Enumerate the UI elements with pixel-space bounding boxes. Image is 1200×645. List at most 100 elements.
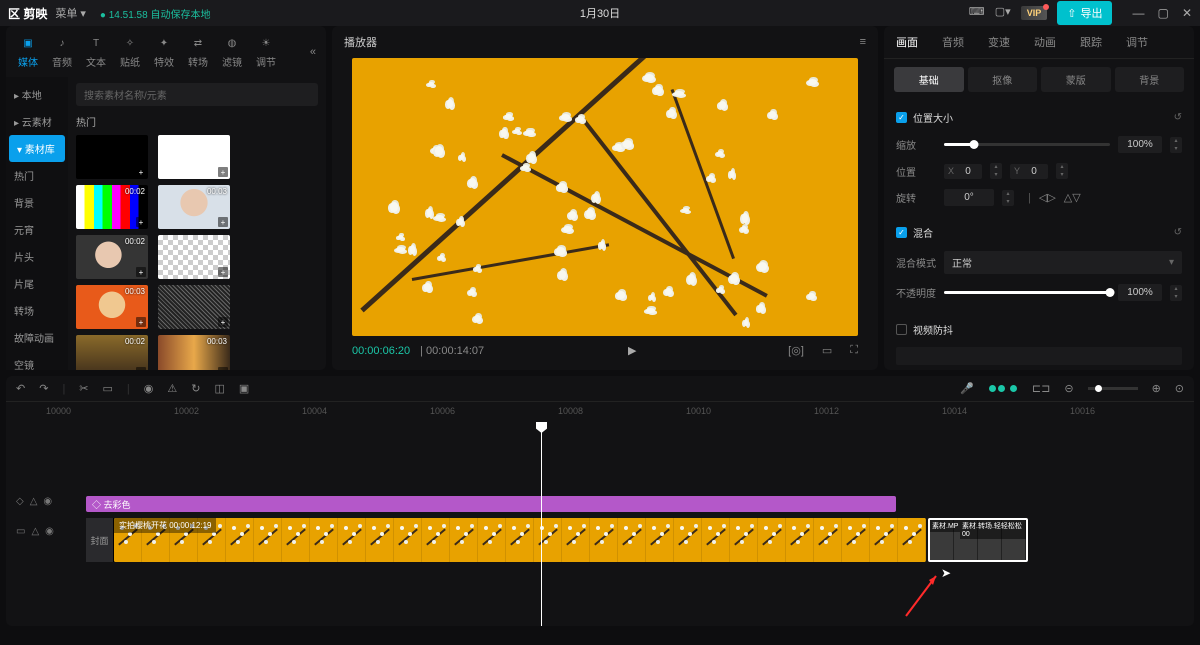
media-tab-5[interactable]: ⇄转场: [182, 30, 214, 73]
media-thumb-4[interactable]: 00:02+: [76, 235, 148, 279]
zoom-out-button[interactable]: ⊝: [1064, 382, 1073, 395]
safe-zone-icon[interactable]: [◎]: [788, 344, 804, 357]
fit-button[interactable]: ⊙: [1175, 382, 1184, 395]
video-clip-2[interactable]: 素材.MP 素材.转场.轻轻松松 00: [928, 518, 1028, 562]
timeline-ruler[interactable]: 1000010002100041000610008100101001210014…: [6, 402, 1194, 426]
media-tab-2[interactable]: T文本: [80, 30, 112, 73]
rotation-stepper[interactable]: ▴▾: [1002, 190, 1014, 206]
scale-value[interactable]: 100%: [1118, 136, 1162, 153]
sidebar-cat-5[interactable]: 元宵: [6, 216, 68, 243]
scale-stepper[interactable]: ▴▾: [1170, 137, 1182, 153]
timeline-tracks[interactable]: ◇ △ ◉ ◇ 去彩色 ▭ △ ◉ 封面 实拍樱桃开花 00:00:12:19 …: [6, 426, 1194, 626]
media-thumb-9[interactable]: 00:03+: [158, 335, 230, 370]
track-lock-icon[interactable]: ▭: [16, 526, 25, 537]
blend-checkbox[interactable]: [896, 227, 907, 238]
props-tab-1[interactable]: 音频: [930, 26, 976, 58]
sub-tab-0[interactable]: 基础: [894, 67, 964, 92]
preview-canvas[interactable]: [352, 58, 858, 336]
props-tab-0[interactable]: 画面: [884, 26, 930, 58]
marker-button[interactable]: ◉: [144, 382, 154, 395]
mic-button[interactable]: 🎤: [960, 382, 974, 395]
pos-y-stepper[interactable]: ▴▾: [1056, 163, 1068, 179]
minimize-button[interactable]: —: [1132, 6, 1144, 20]
flip-v-icon[interactable]: △▽: [1064, 191, 1081, 204]
media-thumb-2[interactable]: 00:02+: [76, 185, 148, 229]
sidebar-cat-0[interactable]: ▸ 本地: [6, 81, 68, 108]
snap-toggles[interactable]: [988, 383, 1018, 395]
opacity-value[interactable]: 100%: [1118, 284, 1162, 301]
track-mute-icon[interactable]: ◉: [45, 526, 54, 537]
media-tab-7[interactable]: ☀调节: [250, 30, 282, 73]
opacity-stepper[interactable]: ▴▾: [1170, 285, 1182, 301]
maximize-button[interactable]: ▢: [1158, 6, 1169, 20]
sidebar-cat-9[interactable]: 故障动画: [6, 324, 68, 351]
ratio-icon[interactable]: ▭: [822, 344, 832, 357]
props-tab-2[interactable]: 变速: [976, 26, 1022, 58]
search-input[interactable]: 搜索素材名称/元素: [76, 83, 318, 106]
playhead[interactable]: [541, 426, 542, 626]
media-thumb-0[interactable]: +: [76, 135, 148, 179]
sidebar-cat-8[interactable]: 转场: [6, 297, 68, 324]
media-tab-3[interactable]: ✧贴纸: [114, 30, 146, 73]
cover-thumbnail[interactable]: 封面: [86, 518, 114, 562]
media-thumb-1[interactable]: +: [158, 135, 230, 179]
media-tab-1[interactable]: ♪音频: [46, 30, 78, 73]
export-button[interactable]: ⇧ 导出: [1057, 1, 1112, 25]
pos-x-stepper[interactable]: ▴▾: [990, 163, 1002, 179]
zoom-in-button[interactable]: ⊕: [1152, 382, 1161, 395]
position-x-input[interactable]: X0: [944, 164, 982, 179]
track-mute-icon[interactable]: ◉: [43, 496, 52, 507]
sidebar-cat-1[interactable]: ▸ 云素材: [6, 108, 68, 135]
position-y-input[interactable]: Y0: [1010, 164, 1048, 179]
rotation-value[interactable]: 0°: [944, 189, 994, 206]
shortcuts-icon[interactable]: ⌨: [969, 5, 985, 21]
split-button[interactable]: ✂: [79, 382, 88, 395]
mirror-button[interactable]: ▣: [239, 382, 249, 395]
track-visible-icon[interactable]: △: [30, 496, 38, 507]
rotate-button[interactable]: ↻: [191, 382, 200, 395]
media-thumb-6[interactable]: 00:03+: [76, 285, 148, 329]
stabilize-checkbox[interactable]: [896, 324, 907, 335]
position-size-checkbox[interactable]: [896, 112, 907, 123]
align-button[interactable]: ⊏⊐: [1032, 382, 1050, 395]
track-lock-icon[interactable]: ◇: [16, 496, 24, 507]
sidebar-cat-3[interactable]: 热门: [6, 162, 68, 189]
preview-button[interactable]: ⚠: [167, 382, 177, 395]
sidebar-cat-10[interactable]: 空镜: [6, 351, 68, 370]
media-thumb-7[interactable]: +: [158, 285, 230, 329]
vip-badge[interactable]: VIP: [1021, 6, 1048, 20]
layout-icon[interactable]: ▢▾: [995, 5, 1011, 21]
reset-icon[interactable]: ↺: [1174, 112, 1182, 123]
flip-h-icon[interactable]: ◁▷: [1039, 191, 1056, 204]
main-menu[interactable]: 菜单 ▾: [55, 5, 86, 21]
undo-button[interactable]: ↶: [16, 382, 25, 395]
crop-button[interactable]: ◫: [214, 382, 224, 395]
media-thumb-3[interactable]: 00:03+: [158, 185, 230, 229]
sidebar-cat-6[interactable]: 片头: [6, 243, 68, 270]
player-menu-icon[interactable]: ≡: [860, 36, 866, 48]
track-visible-icon[interactable]: △: [31, 526, 39, 537]
props-tab-3[interactable]: 动画: [1022, 26, 1068, 58]
sub-tab-3[interactable]: 背景: [1115, 67, 1185, 92]
video-clip-1[interactable]: 实拍樱桃开花 00:00:12:19: [114, 518, 926, 562]
props-tab-5[interactable]: 调节: [1114, 26, 1160, 58]
sidebar-cat-7[interactable]: 片尾: [6, 270, 68, 297]
media-tab-6[interactable]: ◍滤镜: [216, 30, 248, 73]
reset-blend-icon[interactable]: ↺: [1174, 227, 1182, 238]
props-tab-4[interactable]: 跟踪: [1068, 26, 1114, 58]
filter-clip[interactable]: ◇ 去彩色: [86, 496, 896, 512]
scale-slider[interactable]: [944, 143, 1110, 146]
play-button[interactable]: ▶: [628, 344, 636, 357]
media-thumb-5[interactable]: +: [158, 235, 230, 279]
sidebar-cat-2[interactable]: ▾ 素材库: [9, 135, 65, 162]
sub-tab-2[interactable]: 蒙版: [1041, 67, 1111, 92]
media-tab-4[interactable]: ✦特效: [148, 30, 180, 73]
fullscreen-icon[interactable]: ⛶: [850, 344, 858, 357]
media-thumb-8[interactable]: 00:02+: [76, 335, 148, 370]
sub-tab-1[interactable]: 抠像: [968, 67, 1038, 92]
blend-mode-select[interactable]: 正常▾: [944, 251, 1182, 274]
media-tab-0[interactable]: ▣媒体: [12, 30, 44, 73]
close-button[interactable]: ✕: [1182, 6, 1192, 20]
opacity-slider[interactable]: [944, 291, 1110, 294]
redo-button[interactable]: ↷: [39, 382, 48, 395]
